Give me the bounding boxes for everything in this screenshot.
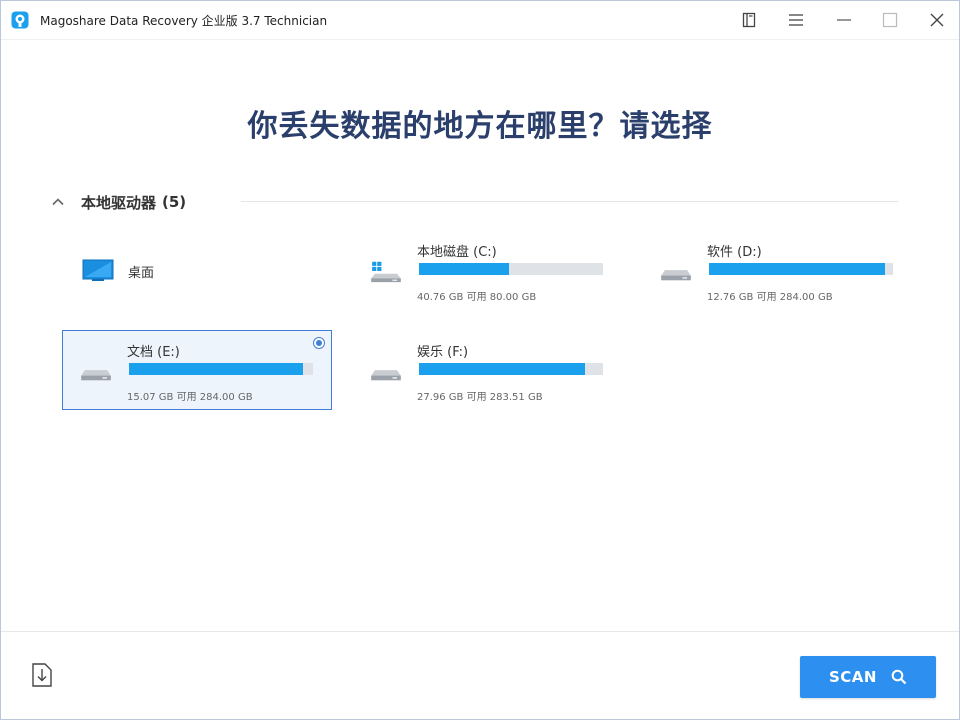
footer-divider bbox=[1, 631, 959, 632]
drive-usage-bar bbox=[709, 263, 893, 275]
export-button[interactable] bbox=[30, 661, 54, 689]
drive-usage-fill bbox=[419, 363, 585, 375]
close-button[interactable] bbox=[922, 7, 952, 33]
scan-button[interactable]: SCAN bbox=[800, 656, 936, 698]
drive-usage-bar bbox=[129, 363, 313, 375]
section-count: (5) bbox=[162, 193, 187, 211]
location-desktop[interactable]: 桌面 bbox=[62, 230, 330, 308]
desktop-label: 桌面 bbox=[128, 266, 155, 281]
drive-size: 40.76 GB 可用 80.00 GB bbox=[417, 292, 537, 303]
drive-name: 文档 (E:) bbox=[127, 345, 180, 360]
bookmark-icon bbox=[742, 12, 756, 28]
export-download-icon bbox=[32, 663, 52, 687]
search-icon bbox=[891, 669, 907, 685]
chevron-up-icon[interactable] bbox=[51, 195, 65, 209]
scan-label: SCAN bbox=[829, 668, 877, 686]
drive-name: 软件 (D:) bbox=[707, 245, 762, 260]
drive-usage-bar bbox=[419, 363, 603, 375]
hard-drive-icon bbox=[81, 370, 111, 381]
section-header-local-drives[interactable]: 本地驱动器 (5) bbox=[51, 191, 186, 213]
bookmark-button[interactable] bbox=[734, 7, 764, 33]
menu-button[interactable] bbox=[781, 7, 811, 33]
menu-icon bbox=[789, 14, 803, 26]
drive-usage-fill bbox=[129, 363, 304, 375]
minimize-button[interactable] bbox=[829, 7, 859, 33]
section-divider bbox=[241, 201, 898, 202]
drive-name: 本地磁盘 (C:) bbox=[417, 245, 497, 260]
app-window: Magoshare Data Recovery 企业版 3.7 Technici… bbox=[0, 0, 960, 720]
maximize-icon bbox=[882, 12, 898, 28]
drive-tile-selected[interactable]: 文档 (E:) 15.07 GB 可用 284.00 GB bbox=[62, 330, 332, 410]
title-bar: Magoshare Data Recovery 企业版 3.7 Technici… bbox=[1, 1, 959, 40]
drive-tile[interactable]: 本地磁盘 (C:) 40.76 GB 可用 80.00 GB bbox=[352, 230, 620, 308]
hard-drive-icon bbox=[371, 261, 401, 283]
magoshare-logo-icon bbox=[11, 11, 29, 29]
selected-radio[interactable] bbox=[313, 337, 325, 349]
drive-tile[interactable]: 娱乐 (F:) 27.96 GB 可用 283.51 GB bbox=[352, 330, 620, 408]
drive-usage-bar bbox=[419, 263, 603, 275]
drive-size: 12.76 GB 可用 284.00 GB bbox=[707, 292, 833, 303]
close-icon bbox=[930, 13, 944, 27]
drive-usage-fill bbox=[709, 263, 885, 275]
monitor-icon bbox=[82, 259, 114, 281]
hard-drive-icon bbox=[661, 270, 691, 281]
drive-tile[interactable]: 软件 (D:) 12.76 GB 可用 284.00 GB bbox=[642, 230, 910, 308]
drive-size: 27.96 GB 可用 283.51 GB bbox=[417, 392, 543, 403]
drive-size: 15.07 GB 可用 284.00 GB bbox=[127, 392, 253, 403]
page-headline: 你丢失数据的地方在哪里？请选择 bbox=[247, 109, 713, 144]
minimize-icon bbox=[837, 19, 851, 21]
maximize-button[interactable] bbox=[875, 7, 905, 33]
window-title: Magoshare Data Recovery 企业版 3.7 Technici… bbox=[40, 14, 328, 28]
drive-usage-fill bbox=[419, 263, 510, 275]
section-title: 本地驱动器 bbox=[81, 193, 157, 212]
hard-drive-icon bbox=[371, 370, 401, 381]
drive-name: 娱乐 (F:) bbox=[417, 345, 469, 360]
